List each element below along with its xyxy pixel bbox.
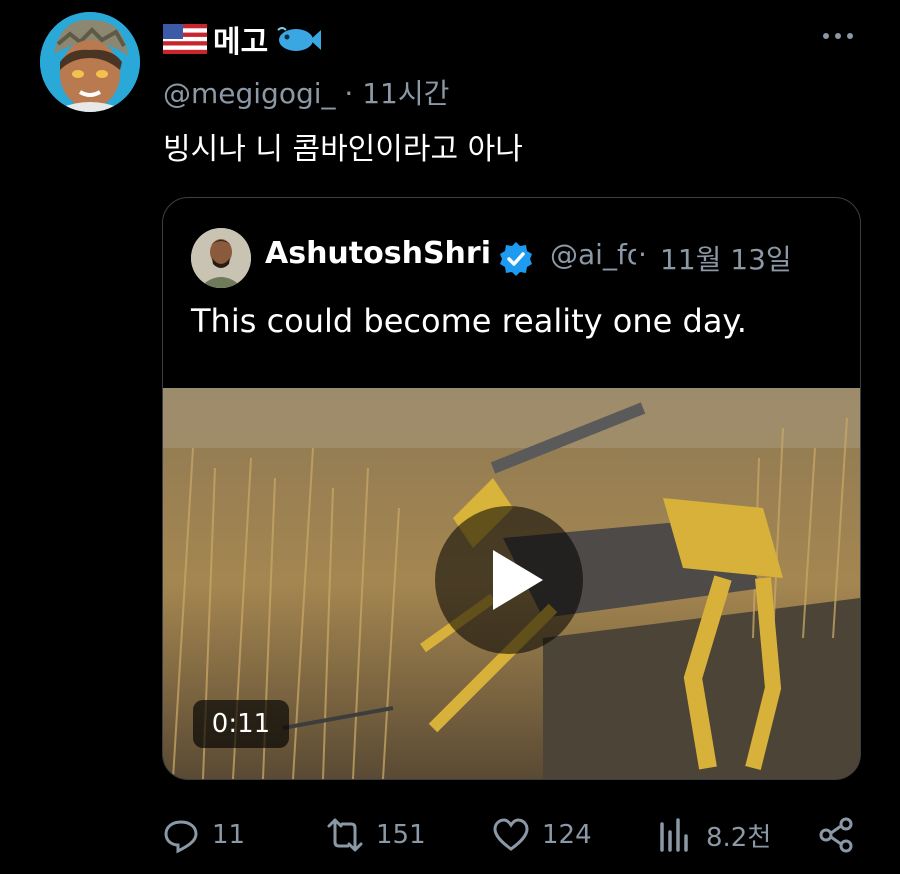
retweet-button[interactable]: 151	[326, 808, 426, 862]
quoted-handle[interactable]: @ai_for_success	[550, 238, 636, 282]
views-count: 8.2천	[706, 822, 772, 853]
quoted-date[interactable]: 11월 13일	[660, 238, 792, 278]
ellipsis-icon[interactable]	[818, 26, 858, 46]
separator-dot: ·	[638, 238, 647, 271]
author-handle-row: @megigogi_ · 11시간	[163, 72, 449, 112]
quoted-tweet-text: This could become reality one day.	[191, 302, 747, 340]
reply-count: 11	[212, 820, 246, 850]
author-avatar[interactable]	[40, 12, 140, 112]
retweet-icon	[327, 818, 363, 852]
reply-icon	[164, 820, 198, 854]
retweet-count: 151	[376, 820, 426, 850]
author-handle[interactable]: @megigogi_	[163, 77, 336, 110]
video-duration: 0:11	[193, 700, 289, 748]
verified-badge-icon	[500, 242, 532, 276]
tweet-time[interactable]: 11시간	[362, 77, 449, 110]
video-player[interactable]: 0:11	[163, 388, 860, 779]
reply-button[interactable]: 11	[162, 808, 245, 862]
like-button[interactable]: 124	[492, 808, 592, 862]
heart-icon	[493, 818, 529, 851]
share-icon	[819, 817, 853, 853]
views-chart-icon	[660, 818, 688, 852]
share-button[interactable]	[818, 808, 856, 862]
quoted-tweet[interactable]: AshutoshShrivastava @ai_for_success · 11…	[162, 197, 861, 780]
quoted-author-avatar[interactable]	[191, 228, 251, 288]
views-button[interactable]: 8.2천	[656, 808, 771, 862]
author-display-name[interactable]: 메고	[213, 17, 268, 61]
like-count: 124	[542, 820, 592, 850]
us-flag-icon	[163, 24, 207, 54]
separator-dot: ·	[344, 77, 354, 110]
tweet-header: 메고	[163, 14, 322, 64]
play-icon[interactable]	[489, 548, 545, 612]
tweet-actions: 11 151 124 8.2천	[0, 808, 900, 862]
tweet-text: 빙시나 니 콤바인이라고 아나	[163, 132, 523, 167]
fish-emoji-icon	[277, 27, 322, 51]
quoted-display-name[interactable]: AshutoshShrivastava	[265, 236, 491, 282]
